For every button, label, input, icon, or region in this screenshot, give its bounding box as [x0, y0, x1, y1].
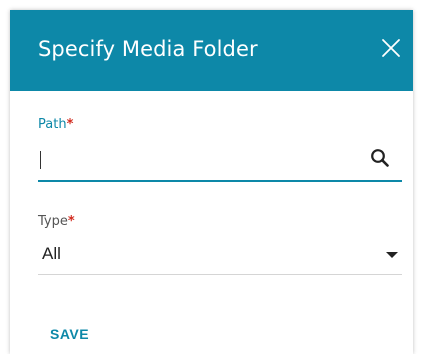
search-button[interactable]: [369, 147, 391, 169]
type-select[interactable]: All: [38, 234, 402, 274]
specify-media-folder-dialog: Specify Media Folder Path* Type* All SAV…: [10, 10, 413, 354]
search-icon: [371, 149, 389, 167]
type-label-text: Type: [38, 214, 68, 229]
text-caret: [40, 151, 41, 169]
close-icon: [382, 39, 400, 57]
close-button[interactable]: [379, 36, 403, 60]
type-required-mark: *: [67, 214, 75, 229]
dialog-header: Specify Media Folder: [10, 10, 413, 91]
save-button[interactable]: SAVE: [50, 326, 89, 342]
type-selected-value: All: [42, 244, 61, 263]
caret-down-icon: [386, 252, 398, 258]
type-select-underline: [38, 274, 402, 275]
dialog-title: Specify Media Folder: [38, 37, 258, 61]
path-required-mark: *: [66, 117, 74, 132]
path-label-text: Path: [38, 117, 67, 132]
type-label: Type*: [38, 214, 75, 229]
path-label: Path*: [38, 117, 73, 132]
path-input[interactable]: [38, 144, 358, 178]
path-input-underline: [38, 180, 402, 182]
